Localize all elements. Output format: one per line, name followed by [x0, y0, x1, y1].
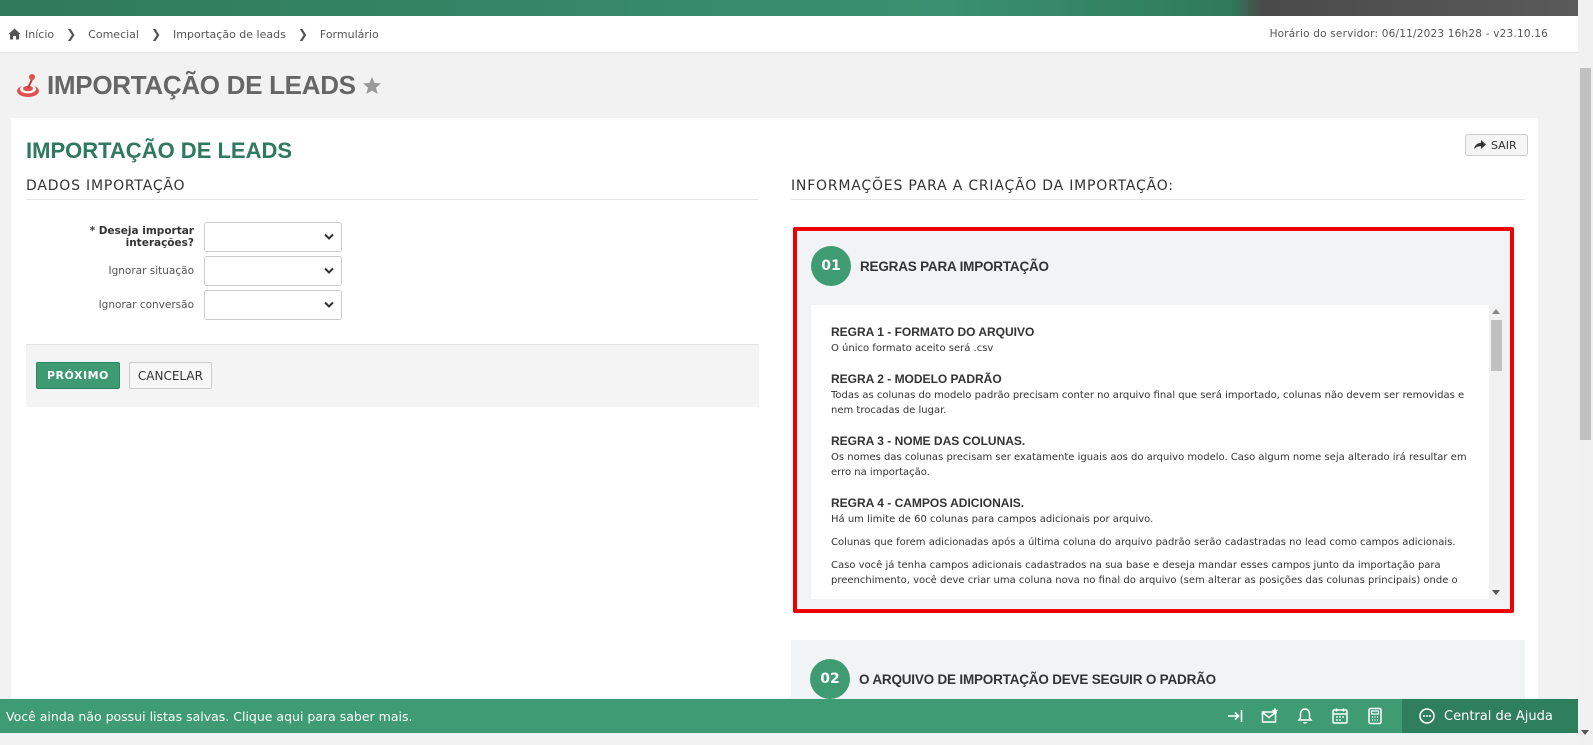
rules-panel-title: REGRAS PARA IMPORTAÇÃO: [860, 258, 1049, 274]
card-title: IMPORTAÇÃO DE LEADS: [26, 138, 293, 163]
chevron-right-icon: ❯: [150, 27, 162, 41]
scroll-down-arrow-icon[interactable]: [1581, 730, 1589, 735]
field-label: Ignorar situação: [108, 265, 194, 277]
chevron-right-icon: ❯: [297, 27, 308, 41]
next-button[interactable]: PRÓXIMO: [36, 362, 120, 389]
calendar-icon[interactable]: [1331, 707, 1349, 725]
breadcrumb-item-home[interactable]: Início: [8, 28, 54, 41]
chevron-down-icon: [324, 233, 334, 240]
breadcrumb-bar: Início ❯ Comecial ❯ Importação de leads …: [0, 16, 1578, 53]
server-time: Horário do servidor: 06/11/2023 16h28 - …: [1269, 28, 1548, 40]
rule-item: REGRA 2 - MODELO PADRÃO Todas as colunas…: [831, 372, 1469, 418]
calculator-icon[interactable]: [1366, 707, 1384, 725]
bell-icon[interactable]: [1296, 707, 1314, 725]
scroll-up-arrow-icon[interactable]: [1492, 309, 1500, 314]
rules-scroll-box[interactable]: REGRA 1 - FORMATO DO ARQUIVO O único for…: [811, 305, 1504, 599]
rule-text: Todas as colunas do modelo padrão precis…: [831, 390, 1465, 416]
logout-arrow-icon[interactable]: [1226, 707, 1244, 725]
info-column: INFORMAÇÕES PARA A CRIAÇÃO DA IMPORTAÇÃO…: [791, 178, 1525, 200]
rule-text: Caso você já tenha campos adicionais cad…: [831, 560, 1458, 586]
scroll-down-arrow-icon[interactable]: [1492, 590, 1500, 595]
step-number-badge: 02: [810, 659, 850, 699]
import-interactions-select[interactable]: [204, 222, 342, 252]
breadcrumb-label: Início: [25, 27, 55, 41]
form-row-ignore-conversion: Ignorar conversão: [26, 288, 759, 322]
rules-scrollbar[interactable]: [1489, 305, 1504, 599]
form-actions: PRÓXIMO CANCELAR: [26, 344, 759, 407]
rule-title: REGRA 2 - MODELO PADRÃO: [831, 372, 1002, 386]
home-icon: [8, 28, 21, 40]
chevron-down-icon: [324, 301, 334, 308]
breadcrumb: Início ❯ Comecial ❯ Importação de leads …: [0, 27, 379, 41]
rule-item: REGRA 3 - NOME DAS COLUNAS. Os nomes das…: [831, 434, 1469, 480]
page-header: IMPORTAÇÃO DE LEADS: [16, 70, 382, 101]
field-label: * Deseja importar interações?: [89, 225, 194, 249]
breadcrumb-item-form: Formulário: [319, 27, 379, 41]
rule-text: Colunas que forem adicionadas após a últ…: [831, 537, 1456, 548]
rule-title: REGRA 1 - FORMATO DO ARQUIVO: [831, 325, 1035, 339]
import-card: IMPORTAÇÃO DE LEADS SAIR DADOS IMPORTAÇÃ…: [11, 118, 1538, 720]
scroll-thumb[interactable]: [1491, 320, 1502, 371]
rule-title: REGRA 4 - CAMPOS ADICIONAIS.: [831, 496, 1025, 510]
form-section-title: DADOS IMPORTAÇÃO: [26, 178, 759, 200]
rule-text: Os nomes das colunas precisam ser exatam…: [831, 452, 1467, 478]
ignore-status-select[interactable]: [204, 256, 342, 286]
step-number-badge: 01: [811, 246, 851, 286]
chevron-down-icon: [324, 267, 334, 274]
share-arrow-icon: [1474, 140, 1486, 150]
import-form: DADOS IMPORTAÇÃO * Deseja importar inter…: [26, 178, 759, 407]
form-row-ignore-status: Ignorar situação: [26, 254, 759, 288]
cancel-button[interactable]: CANCELAR: [128, 362, 212, 389]
rule-item: REGRA 1 - FORMATO DO ARQUIVO O único for…: [831, 325, 1469, 356]
bottom-bar: Você ainda não possui listas salvas. Cli…: [0, 699, 1578, 733]
bottom-toolbar: [1226, 707, 1402, 725]
chevron-right-icon: ❯: [66, 27, 77, 41]
page-scrollbar[interactable]: [1578, 0, 1593, 745]
rule-title: REGRA 3 - NOME DAS COLUNAS.: [831, 434, 1026, 448]
favorite-star-icon[interactable]: [362, 76, 382, 96]
help-center-button[interactable]: Central de Ajuda: [1402, 699, 1578, 733]
rule-text: Há um limite de 60 colunas para campos a…: [831, 514, 1154, 525]
bottom-strip: [0, 733, 1578, 745]
chat-bubble-icon: [1419, 708, 1435, 724]
breadcrumb-item-lead-import[interactable]: Importação de leads: [173, 28, 286, 41]
field-label: Ignorar conversão: [98, 299, 194, 311]
lead-target-icon: [17, 73, 39, 97]
exit-button[interactable]: SAIR: [1465, 134, 1528, 156]
form-row-import-interactions: * Deseja importar interações?: [26, 220, 759, 254]
rules-panel: 01 REGRAS PARA IMPORTAÇÃO REGRA 1 - FORM…: [793, 227, 1514, 613]
page-scroll-thumb[interactable]: [1580, 68, 1591, 440]
breadcrumb-item-comercial[interactable]: Comecial: [88, 28, 139, 41]
saved-lists-message[interactable]: Você ainda não possui listas salvas. Cli…: [0, 709, 412, 724]
ignore-conversion-select[interactable]: [204, 290, 342, 320]
exit-label: SAIR: [1491, 138, 1517, 152]
rules-panel-header: 01 REGRAS PARA IMPORTAÇÃO: [797, 231, 1510, 286]
info-section-title: INFORMAÇÕES PARA A CRIAÇÃO DA IMPORTAÇÃO…: [791, 178, 1525, 200]
mail-star-icon[interactable]: [1261, 707, 1279, 725]
rule-item: REGRA 4 - CAMPOS ADICIONAIS. Há um limit…: [831, 496, 1469, 588]
rule-text: O único formato aceito será .csv: [831, 343, 994, 354]
file-standard-panel-header: 02 O ARQUIVO DE IMPORTAÇÃO DEVE SEGUIR O…: [791, 640, 1525, 699]
page-title: IMPORTAÇÃO DE LEADS: [47, 70, 356, 100]
help-center-label: Central de Ajuda: [1444, 708, 1553, 724]
file-standard-panel-title: O ARQUIVO DE IMPORTAÇÃO DEVE SEGUIR O PA…: [859, 671, 1216, 687]
rules-list: REGRA 1 - FORMATO DO ARQUIVO O único for…: [811, 305, 1504, 588]
top-accent-bar: [0, 0, 1578, 16]
